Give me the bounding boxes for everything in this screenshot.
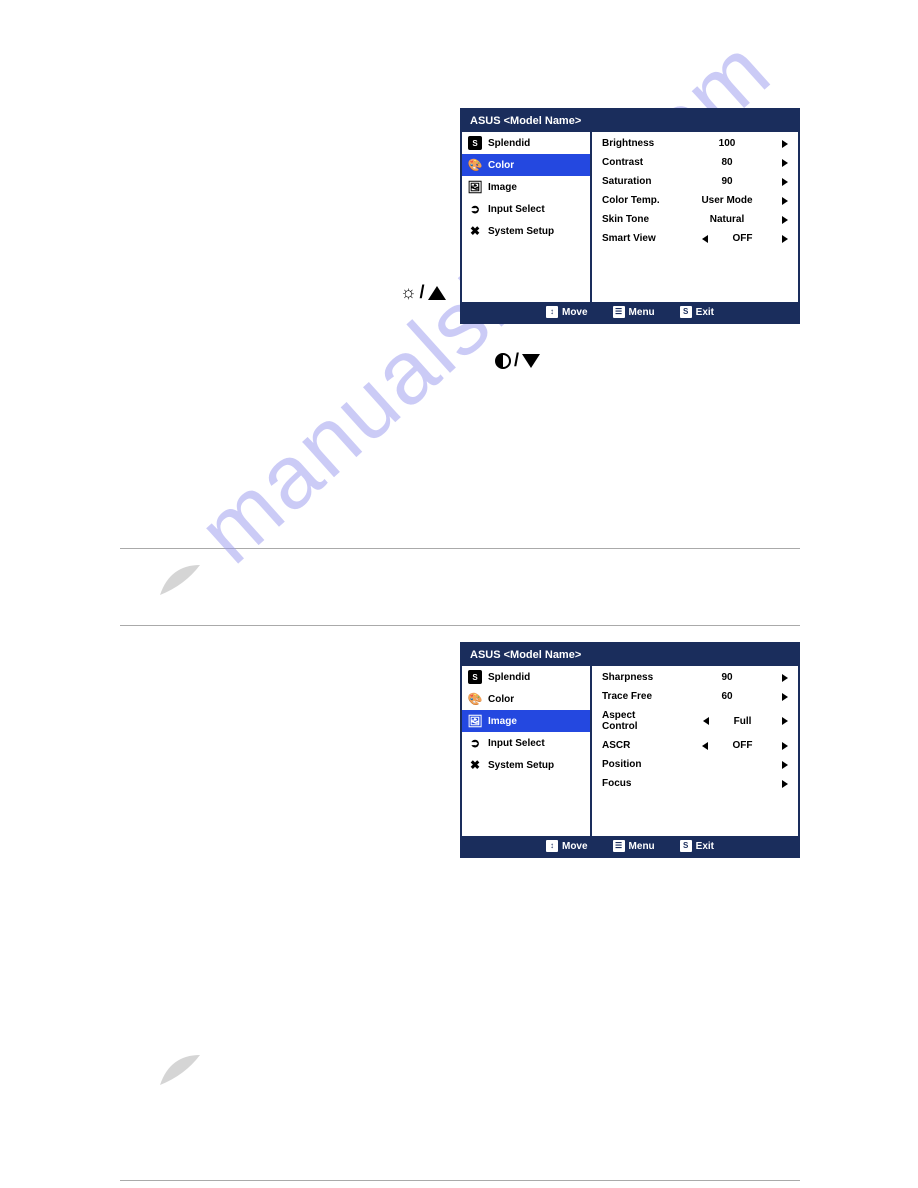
input-icon: ➲ <box>468 202 482 216</box>
chevron-right-icon <box>782 761 788 769</box>
splendid-icon: S <box>468 136 482 150</box>
move-icon: ↕ <box>546 840 558 852</box>
brightness-icon: ☼ <box>400 282 417 303</box>
color-icon: 🎨 <box>468 158 482 172</box>
chevron-right-icon <box>782 674 788 682</box>
setting-aspect-control[interactable]: Aspect ControlFull <box>592 706 798 736</box>
nav-label: Image <box>488 182 517 193</box>
move-icon: ↕ <box>546 306 558 318</box>
divider <box>120 548 800 549</box>
input-icon: ➲ <box>468 736 482 750</box>
nav-item-input[interactable]: ➲ Input Select <box>462 732 590 754</box>
setup-icon: ✖ <box>468 758 482 772</box>
chevron-right-icon <box>782 197 788 205</box>
nav-item-system[interactable]: ✖ System Setup <box>462 754 590 776</box>
splendid-icon: S <box>468 670 482 684</box>
chevron-right-icon <box>782 140 788 148</box>
footer-exit[interactable]: SExit <box>680 306 714 318</box>
chevron-right-icon <box>782 235 788 243</box>
setting-trace-free[interactable]: Trace Free60 <box>592 687 798 706</box>
image-icon: 🖼 <box>468 180 482 194</box>
nav-item-color[interactable]: 🎨 Color <box>462 154 590 176</box>
osd-menu-image: ASUS <Model Name> S Splendid 🎨 Color 🖼 Imag… <box>460 642 800 858</box>
nav-label: Image <box>488 716 517 727</box>
setting-contrast[interactable]: Contrast80 <box>592 153 798 172</box>
nav-label: Input Select <box>488 204 545 215</box>
nav-label: Splendid <box>488 672 530 683</box>
nav-item-image[interactable]: 🖼 Image <box>462 176 590 198</box>
exit-icon: S <box>680 306 692 318</box>
nav-label: Color <box>488 694 514 705</box>
divider <box>120 625 800 626</box>
hotkey-contrast-down: / <box>495 350 540 371</box>
setting-saturation[interactable]: Saturation90 <box>592 172 798 191</box>
osd-menu-color: ASUS <Model Name> S Splendid 🎨 Color 🖼 Imag… <box>460 108 800 324</box>
color-icon: 🎨 <box>468 692 482 706</box>
chevron-left-icon <box>702 742 708 750</box>
exit-icon: S <box>680 840 692 852</box>
triangle-down-icon <box>522 354 540 368</box>
footer-menu[interactable]: ☰Menu <box>613 840 655 852</box>
chevron-right-icon <box>782 742 788 750</box>
menu-icon: ☰ <box>613 306 625 318</box>
triangle-up-icon <box>428 286 446 300</box>
setting-skin-tone[interactable]: Skin ToneNatural <box>592 210 798 229</box>
footer-move[interactable]: ↕Move <box>546 306 588 318</box>
contrast-icon <box>495 353 511 369</box>
chevron-right-icon <box>782 159 788 167</box>
nav-label: System Setup <box>488 226 554 237</box>
osd-title: ASUS <Model Name> <box>462 110 798 132</box>
feather-icon <box>155 560 205 600</box>
footer-exit[interactable]: SExit <box>680 840 714 852</box>
setup-icon: ✖ <box>468 224 482 238</box>
nav-label: Color <box>488 160 514 171</box>
nav-item-image[interactable]: 🖼 Image <box>462 710 590 732</box>
menu-icon: ☰ <box>613 840 625 852</box>
footer-move[interactable]: ↕Move <box>546 840 588 852</box>
chevron-left-icon <box>702 235 708 243</box>
nav-item-splendid[interactable]: S Splendid <box>462 666 590 688</box>
chevron-right-icon <box>782 693 788 701</box>
chevron-right-icon <box>782 780 788 788</box>
nav-label: System Setup <box>488 760 554 771</box>
chevron-left-icon <box>703 717 709 725</box>
nav-label: Input Select <box>488 738 545 749</box>
setting-smart-view[interactable]: Smart ViewOFF <box>592 229 798 248</box>
nav-label: Splendid <box>488 138 530 149</box>
nav-item-system[interactable]: ✖ System Setup <box>462 220 590 242</box>
setting-position[interactable]: Position <box>592 755 798 774</box>
feather-icon <box>155 1050 205 1090</box>
image-icon: 🖼 <box>468 714 482 728</box>
chevron-right-icon <box>782 178 788 186</box>
chevron-right-icon <box>782 717 788 725</box>
setting-sharpness[interactable]: Sharpness90 <box>592 668 798 687</box>
setting-brightness[interactable]: Brightness100 <box>592 134 798 153</box>
osd-title: ASUS <Model Name> <box>462 644 798 666</box>
setting-color-temp[interactable]: Color Temp.User Mode <box>592 191 798 210</box>
nav-item-splendid[interactable]: S Splendid <box>462 132 590 154</box>
divider <box>120 1180 800 1181</box>
setting-focus[interactable]: Focus <box>592 774 798 793</box>
setting-ascr[interactable]: ASCROFF <box>592 736 798 755</box>
nav-item-color[interactable]: 🎨 Color <box>462 688 590 710</box>
footer-menu[interactable]: ☰Menu <box>613 306 655 318</box>
nav-item-input[interactable]: ➲ Input Select <box>462 198 590 220</box>
hotkey-brightness-up: ☼/ <box>400 282 446 303</box>
chevron-right-icon <box>782 216 788 224</box>
